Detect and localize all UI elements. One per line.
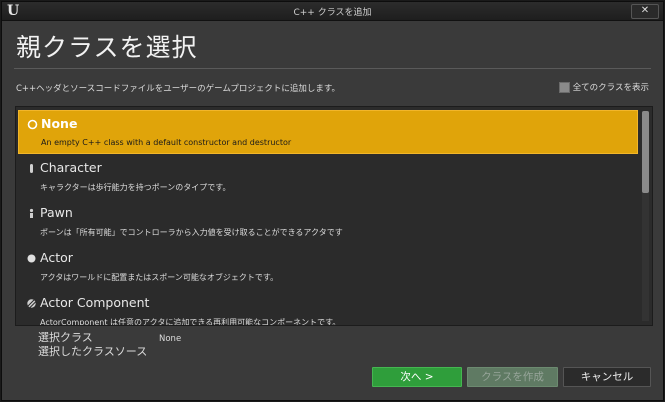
close-button[interactable]: ✕ [631, 4, 659, 19]
class-item-character[interactable]: Character キャラクターは歩行能力を持つポーンのタイプです。 [18, 155, 638, 199]
class-item-none[interactable]: None An empty C++ class with a default c… [18, 110, 638, 154]
divider [14, 68, 651, 69]
class-description: ActorComponent は任意のアクタに追加できる再利用可能なコンポーネン… [40, 318, 341, 326]
title-bar[interactable]: U C++ クラスを追加 ✕ [2, 2, 663, 21]
class-name: Actor Component [40, 295, 150, 310]
selected-source-label: 選択したクラスソース [38, 345, 148, 358]
add-cpp-class-dialog: U C++ クラスを追加 ✕ 親クラスを選択 C++ヘッダとソースコードファイル… [1, 1, 664, 401]
class-item-actor-component[interactable]: Actor Component ActorComponent は任意のアクタに追… [18, 290, 638, 326]
selected-class-value: None [159, 334, 182, 344]
create-class-button[interactable]: クラスを作成 [467, 367, 558, 387]
class-description: ポーンは「所有可能」でコントローラから入力値を受け取ることができるアクタです [40, 228, 343, 237]
class-name: Pawn [40, 205, 73, 220]
none-circle-icon [27, 119, 38, 130]
scrollbar-thumb[interactable] [642, 111, 649, 193]
class-name: Actor [40, 250, 73, 265]
actor-icon [27, 254, 36, 263]
next-button[interactable]: 次へ > [372, 367, 462, 387]
cancel-button[interactable]: キャンセル [563, 367, 651, 387]
parent-class-list[interactable]: None An empty C++ class with a default c… [15, 106, 653, 326]
class-item-actor[interactable]: Actor アクタはワールドに配置またはスポーン可能なオブジェクトです。 [18, 245, 638, 289]
character-icon [30, 164, 33, 173]
dialog-description: C++ヘッダとソースコードファイルをユーザーのゲームプロジェクトに追加します。 [16, 84, 340, 94]
pawn-icon [29, 208, 34, 218]
class-description: キャラクターは歩行能力を持つポーンのタイプです。 [40, 183, 231, 192]
list-scrollbar[interactable] [642, 111, 649, 321]
class-name: Character [40, 160, 102, 175]
class-item-pawn[interactable]: Pawn ポーンは「所有可能」でコントローラから入力値を受け取ることができるアク… [18, 200, 638, 244]
class-description: アクタはワールドに配置またはスポーン可能なオブジェクトです。 [40, 273, 279, 282]
class-name: None [41, 116, 78, 131]
actor-component-icon [27, 299, 36, 308]
show-all-classes-toggle[interactable]: 全てのクラスを表示 [558, 81, 649, 93]
class-description: An empty C++ class with a default constr… [41, 138, 292, 147]
page-title: 親クラスを選択 [16, 33, 198, 62]
selection-info: 選択クラス 選択したクラスソース [38, 331, 147, 359]
show-all-checkbox[interactable] [558, 81, 570, 93]
window-title: C++ クラスを追加 [293, 8, 372, 18]
show-all-label: 全てのクラスを表示 [572, 83, 649, 93]
selected-class-label: 選択クラス [38, 331, 93, 344]
